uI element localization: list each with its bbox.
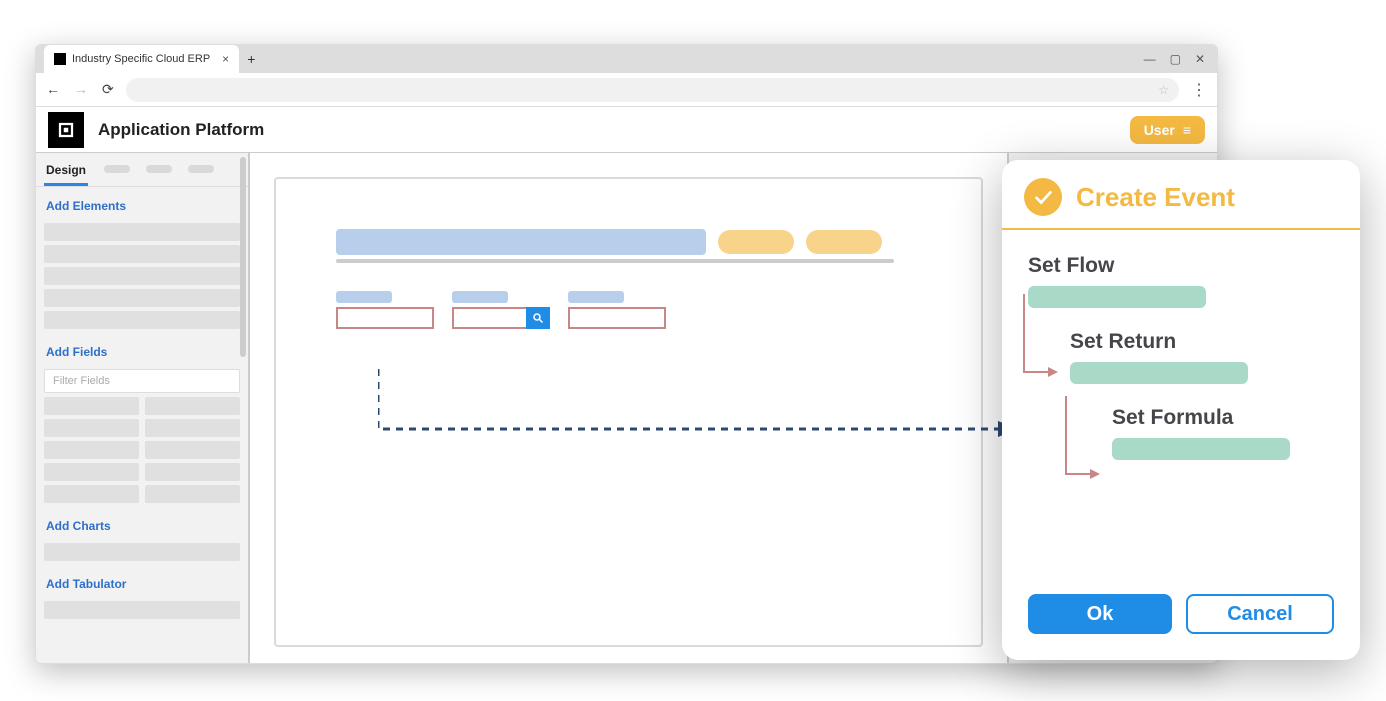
action-pill[interactable] (806, 230, 882, 254)
event-connector-line (378, 369, 1018, 459)
section-add-tabulator: Add Tabulator (36, 565, 248, 597)
tab-design[interactable]: Design (44, 159, 88, 186)
element-item[interactable] (44, 245, 240, 263)
section-add-fields: Add Fields (36, 333, 248, 365)
chart-item[interactable] (44, 543, 240, 561)
element-item[interactable] (44, 311, 240, 329)
field-item[interactable] (145, 397, 240, 415)
hamburger-icon: ≡ (1183, 122, 1191, 138)
maximize-icon[interactable]: ▢ (1170, 52, 1181, 66)
user-button-label: User (1144, 122, 1175, 138)
tabulator-item[interactable] (44, 601, 240, 619)
app-logo-icon (48, 112, 84, 148)
field-label-placeholder (452, 291, 508, 303)
cancel-button[interactable]: Cancel (1186, 594, 1334, 634)
tab-placeholder[interactable] (104, 165, 130, 173)
browser-tab[interactable]: Industry Specific Cloud ERP × (44, 45, 239, 73)
left-sidebar: Design Add Elements Add Fields Filter Fi… (36, 153, 250, 663)
field-label-placeholder (568, 291, 624, 303)
design-canvas[interactable] (274, 177, 983, 647)
reload-icon[interactable]: ⟳ (102, 81, 114, 98)
formula-box[interactable] (1112, 438, 1290, 460)
element-item[interactable] (44, 223, 240, 241)
flow-arrow-icon (1060, 396, 1100, 484)
close-tab-icon[interactable]: × (222, 52, 229, 66)
tab-placeholder[interactable] (188, 165, 214, 173)
tab-title: Industry Specific Cloud ERP (72, 53, 210, 65)
new-tab-button[interactable]: + (247, 51, 255, 67)
set-formula-label: Set Formula (1112, 406, 1334, 430)
back-icon[interactable]: ← (46, 81, 60, 98)
canvas-field-1[interactable] (336, 307, 434, 329)
canvas-field-3[interactable] (568, 307, 666, 329)
field-item[interactable] (145, 485, 240, 503)
close-window-icon[interactable]: ✕ (1195, 52, 1205, 66)
canvas-field-2[interactable] (452, 307, 550, 329)
window-controls: — ▢ ✕ (1144, 52, 1217, 66)
minimize-icon[interactable]: — (1144, 52, 1156, 66)
field-label-placeholder (336, 291, 392, 303)
filter-fields-input[interactable]: Filter Fields (44, 369, 240, 393)
set-flow-label: Set Flow (1028, 254, 1334, 278)
header-underline (336, 259, 894, 263)
field-item[interactable] (44, 397, 139, 415)
field-item[interactable] (44, 463, 139, 481)
url-bar: ← → ⟳ ☆ ⋮ (36, 73, 1217, 107)
section-add-elements: Add Elements (36, 187, 248, 219)
header-placeholder (336, 229, 706, 255)
flow-box[interactable] (1028, 286, 1206, 308)
field-item[interactable] (44, 485, 139, 503)
set-return-label: Set Return (1070, 330, 1334, 354)
app-title: Application Platform (98, 120, 264, 140)
cancel-label: Cancel (1227, 603, 1293, 626)
browser-menu-icon[interactable]: ⋮ (1191, 80, 1207, 100)
forward-icon[interactable]: → (74, 81, 88, 98)
check-circle-icon (1024, 178, 1062, 216)
scrollbar[interactable] (240, 157, 246, 357)
tab-placeholder[interactable] (146, 165, 172, 173)
return-box[interactable] (1070, 362, 1248, 384)
favicon-icon (54, 53, 66, 65)
tab-bar: Industry Specific Cloud ERP × + — ▢ ✕ (36, 45, 1217, 73)
app-header: Application Platform User ≡ (36, 107, 1217, 153)
ok-label: Ok (1087, 603, 1114, 626)
address-bar[interactable]: ☆ (126, 78, 1179, 102)
bookmark-icon[interactable]: ☆ (1158, 83, 1169, 97)
main-canvas-area (250, 153, 1007, 663)
user-menu-button[interactable]: User ≡ (1130, 116, 1205, 144)
field-item[interactable] (145, 419, 240, 437)
field-item[interactable] (145, 441, 240, 459)
create-event-modal: Create Event Set Flow Set Return Set For… (1002, 160, 1360, 660)
ok-button[interactable]: Ok (1028, 594, 1172, 634)
lookup-search-button[interactable] (526, 307, 550, 329)
element-item[interactable] (44, 267, 240, 285)
filter-placeholder: Filter Fields (53, 375, 110, 387)
field-item[interactable] (44, 441, 139, 459)
field-item[interactable] (145, 463, 240, 481)
modal-title: Create Event (1076, 182, 1235, 213)
section-add-charts: Add Charts (36, 507, 248, 539)
element-item[interactable] (44, 289, 240, 307)
field-item[interactable] (44, 419, 139, 437)
action-pill[interactable] (718, 230, 794, 254)
